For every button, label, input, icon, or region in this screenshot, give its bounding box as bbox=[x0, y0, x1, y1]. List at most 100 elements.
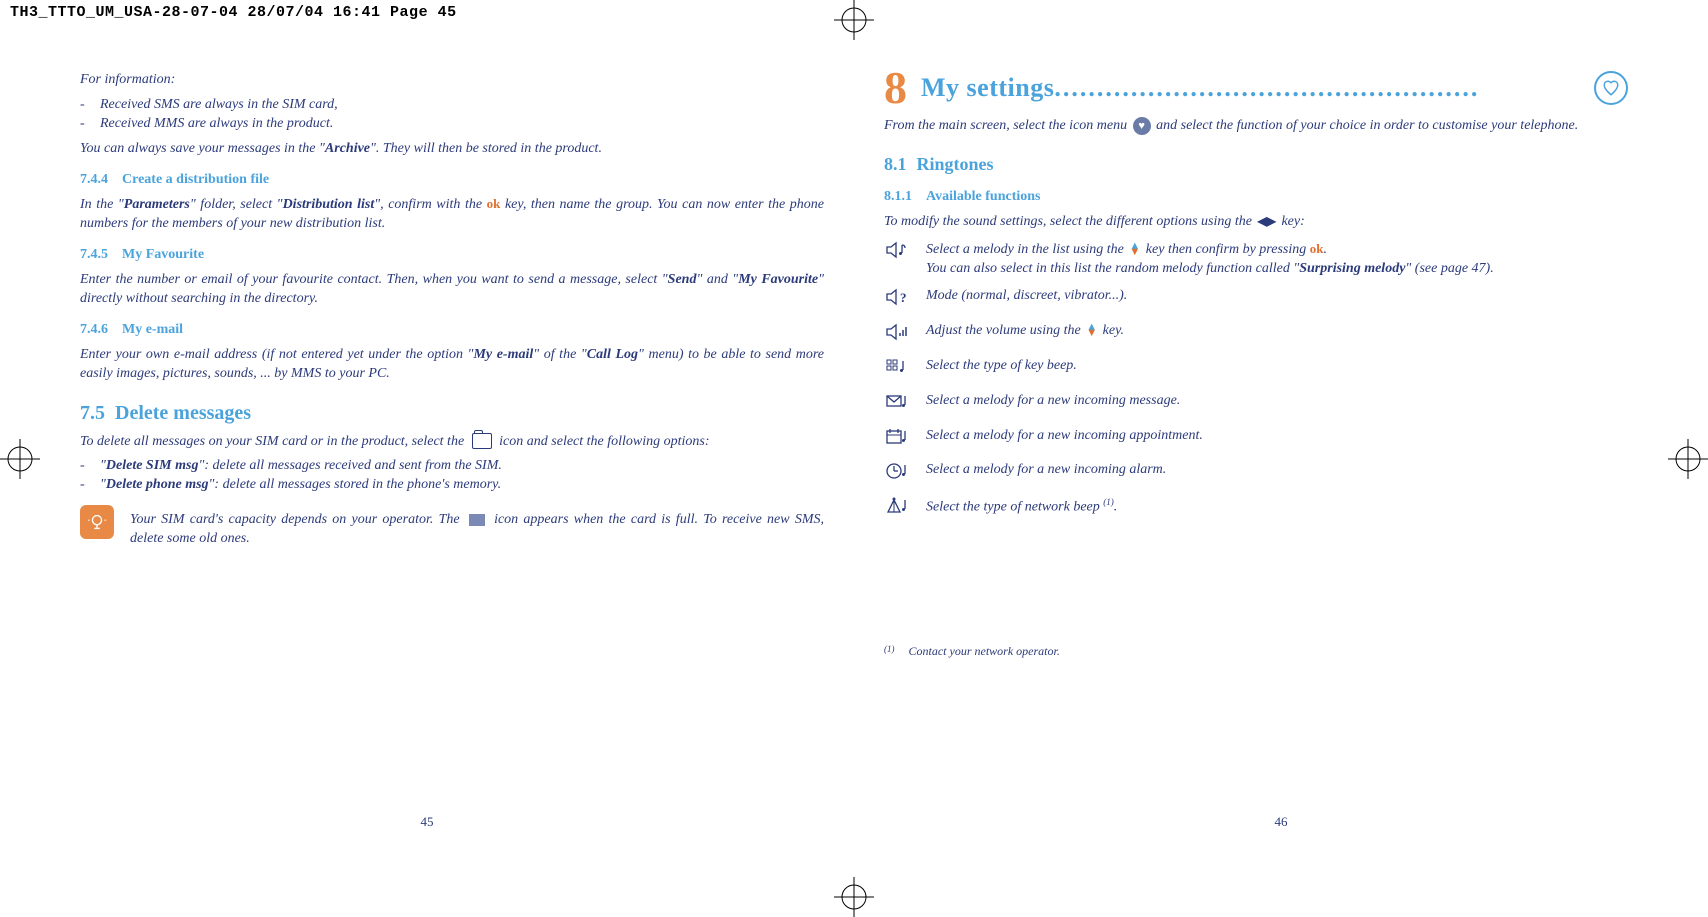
page-number-left: 45 bbox=[421, 814, 434, 830]
list-item: -Received MMS are always in the product. bbox=[80, 115, 824, 134]
text: Enter your own e-mail address (if not en… bbox=[80, 347, 473, 362]
archive-note: You can always save your messages in the… bbox=[80, 140, 824, 159]
heading-title: Delete messages bbox=[115, 402, 251, 424]
footnote-mark: (1) bbox=[884, 643, 895, 659]
crop-mark-bottom bbox=[834, 877, 874, 917]
bold-text: Call Log bbox=[587, 347, 638, 362]
page-number-right: 46 bbox=[1275, 814, 1288, 830]
heading-title: Available functions bbox=[926, 189, 1040, 204]
function-text: Select a melody for a new incoming alarm… bbox=[926, 461, 1166, 480]
svg-text:?: ? bbox=[900, 290, 907, 305]
heading-number: 7.4.6 bbox=[80, 322, 108, 337]
heading-number: 7.4.4 bbox=[80, 172, 108, 187]
text: . bbox=[1114, 500, 1118, 515]
tip-icon bbox=[80, 505, 114, 539]
bold-text: Archive bbox=[325, 141, 370, 156]
functions-list: Select a melody in the list using the ▲▼… bbox=[884, 240, 1628, 523]
bold-text: My e-mail bbox=[473, 347, 533, 362]
text: and select the function of your choice i… bbox=[1153, 118, 1579, 133]
function-text: Select the type of network beep (1). bbox=[926, 496, 1117, 518]
text: " and " bbox=[696, 272, 738, 287]
body-7-4-5: Enter the number or email of your favour… bbox=[80, 271, 824, 309]
crop-mark-right bbox=[1668, 439, 1708, 479]
text: " (see page 47). bbox=[1405, 261, 1493, 276]
envelope-note-icon bbox=[884, 392, 910, 419]
heart-inline-icon: ♥ bbox=[1133, 117, 1151, 135]
up-down-key-icon: ▲▼ bbox=[1129, 244, 1140, 255]
heading-7-4-5: 7.4.5 My Favourite bbox=[80, 246, 824, 265]
heading-8-1-1: 8.1.1Available functions bbox=[884, 188, 1628, 207]
function-mode: ? Mode (normal, discreet, vibrator...). bbox=[884, 287, 1628, 314]
heading-8-1: 8.1 Ringtones bbox=[884, 152, 1628, 176]
speaker-question-icon: ? bbox=[884, 287, 910, 314]
text: To delete all messages on your SIM card … bbox=[80, 434, 468, 449]
footnote-ref: (1) bbox=[1103, 497, 1114, 507]
heading-number: 8.1 bbox=[884, 154, 907, 174]
function-melody: Select a melody in the list using the ▲▼… bbox=[884, 240, 1628, 279]
function-message-melody: Select a melody for a new incoming messa… bbox=[884, 392, 1628, 419]
chapter-number: 8 bbox=[884, 65, 907, 111]
text: ". They will then be stored in the produ… bbox=[370, 141, 602, 156]
crop-mark-left bbox=[0, 439, 40, 479]
up-down-key-icon: ▲▼ bbox=[1086, 325, 1097, 336]
bold-text: Parameters bbox=[124, 197, 190, 212]
heading-number: 7.5 bbox=[80, 402, 105, 424]
list-item-text: Received MMS are always in the product. bbox=[100, 115, 333, 134]
text: Adjust the volume using the bbox=[926, 323, 1084, 338]
text: . bbox=[1323, 242, 1327, 257]
text: You can also select in this list the ran… bbox=[926, 261, 1299, 276]
text: To modify the sound settings, select the… bbox=[884, 214, 1256, 229]
ok-key-icon: ok bbox=[487, 196, 501, 211]
list-item-text: Received SMS are always in the SIM card, bbox=[100, 96, 338, 115]
list-item-text: "Delete phone msg": delete all messages … bbox=[100, 476, 501, 495]
bold-text: Distribution list bbox=[283, 197, 375, 212]
function-appointment-melody: Select a melody for a new incoming appoi… bbox=[884, 427, 1628, 454]
clock-note-icon bbox=[884, 461, 910, 488]
info-heading: For information: bbox=[80, 71, 824, 90]
text: ": delete all messages received and sent… bbox=[198, 458, 501, 473]
chapter-title-text: My settings bbox=[921, 73, 1054, 102]
function-text: Mode (normal, discreet, vibrator...). bbox=[926, 287, 1127, 306]
heading-title: My e-mail bbox=[122, 322, 183, 337]
calendar-note-icon bbox=[884, 427, 910, 454]
crop-mark-top bbox=[834, 0, 874, 40]
folder-icon bbox=[472, 433, 492, 449]
heading-title: Ringtones bbox=[917, 154, 994, 174]
heart-icon bbox=[1594, 71, 1628, 105]
page-numbers: 45 46 bbox=[0, 659, 1708, 830]
body-7-4-4: In the "Parameters" folder, select "Dist… bbox=[80, 195, 824, 234]
tip-box: Your SIM card's capacity depends on your… bbox=[80, 505, 824, 555]
body-7-5-intro: To delete all messages on your SIM card … bbox=[80, 433, 824, 452]
chapter-header: 8 My settings...........................… bbox=[884, 65, 1628, 111]
speaker-volume-icon bbox=[884, 322, 910, 349]
heading-number: 7.4.5 bbox=[80, 247, 108, 262]
speaker-note-icon bbox=[884, 240, 910, 267]
text: Your SIM card's capacity depends on your… bbox=[130, 512, 465, 527]
heading-title: Create a distribution file bbox=[122, 172, 269, 187]
bold-text: Send bbox=[668, 272, 697, 287]
text: icon and select the following options: bbox=[496, 434, 710, 449]
function-text: Select a melody in the list using the ▲▼… bbox=[926, 240, 1494, 279]
function-alarm-melody: Select a melody for a new incoming alarm… bbox=[884, 461, 1628, 488]
text: " folder, select " bbox=[190, 197, 283, 212]
bold-text: My Favourite bbox=[738, 272, 818, 287]
body-8-1-1-intro: To modify the sound settings, select the… bbox=[884, 213, 1628, 232]
heading-7-5: 7.5 Delete messages bbox=[80, 400, 824, 427]
text: ", confirm with the bbox=[374, 197, 486, 212]
antenna-note-icon bbox=[884, 496, 910, 523]
function-keybeep: Select the type of key beep. bbox=[884, 357, 1628, 384]
text: ": delete all messages stored in the pho… bbox=[209, 477, 502, 492]
info-list: -Received SMS are always in the SIM card… bbox=[80, 96, 824, 134]
footnote: (1) Contact your network operator. bbox=[884, 643, 1628, 659]
text: Select a melody in the list using the bbox=[926, 242, 1127, 257]
heading-7-4-6: 7.4.6 My e-mail bbox=[80, 321, 824, 340]
heading-title: My Favourite bbox=[122, 247, 204, 262]
list-item: -"Delete phone msg": delete all messages… bbox=[80, 476, 824, 495]
function-network-beep: Select the type of network beep (1). bbox=[884, 496, 1628, 523]
text: Enter the number or email of your favour… bbox=[80, 272, 668, 287]
function-volume: Adjust the volume using the ▲▼ key. bbox=[884, 322, 1628, 349]
chapter-intro: From the main screen, select the icon me… bbox=[884, 117, 1628, 136]
keypad-note-icon bbox=[884, 357, 910, 384]
text: In the " bbox=[80, 197, 124, 212]
chapter-title: My settings.............................… bbox=[921, 70, 1580, 105]
